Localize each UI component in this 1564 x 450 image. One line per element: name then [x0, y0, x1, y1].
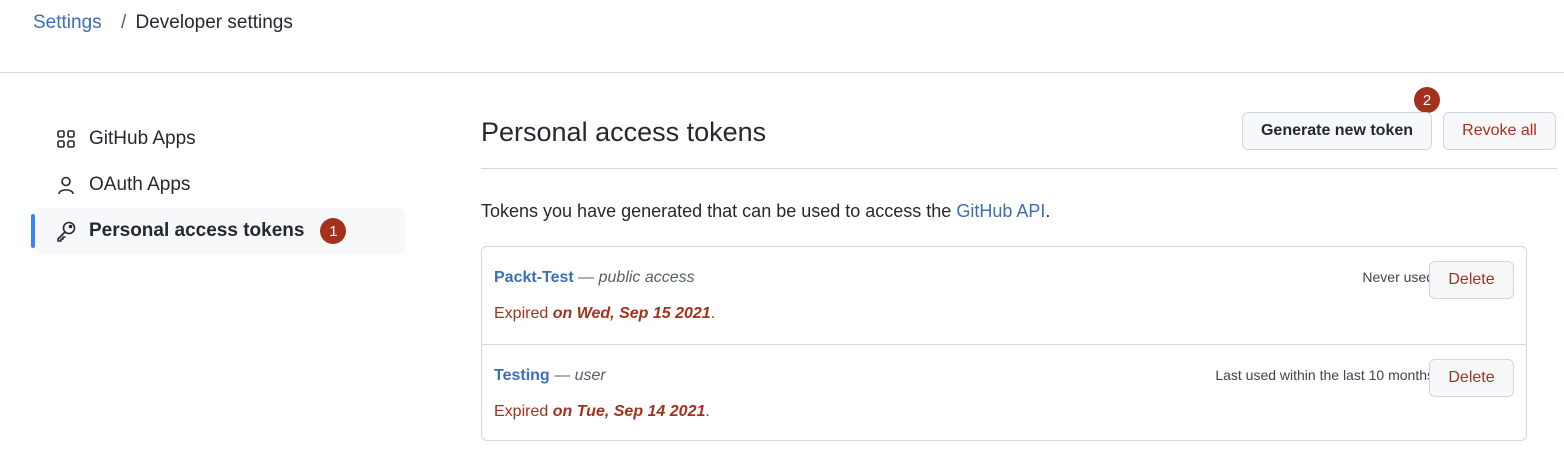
- token-name-line: Testing — user: [494, 365, 606, 387]
- sidebar-item-label: Personal access tokens: [89, 220, 305, 241]
- intro-prefix: Tokens you have generated that can be us…: [481, 201, 957, 221]
- token-scope: user: [574, 367, 606, 384]
- token-dash: —: [549, 367, 575, 384]
- step-badge-1: 1: [320, 218, 347, 244]
- sidebar-item-github-apps[interactable]: GitHub Apps: [33, 116, 405, 162]
- token-row: Packt-Test — public access Expired on We…: [482, 247, 1526, 345]
- token-row: Testing — user Expired on Tue, Sep 14 20…: [482, 345, 1526, 440]
- token-expiry: Expired on Tue, Sep 14 2021.: [494, 401, 710, 423]
- expiry-prefix: Expired: [494, 305, 553, 322]
- expiry-prefix: Expired: [494, 403, 553, 420]
- sidebar-item-label: GitHub Apps: [89, 128, 196, 149]
- expiry-date: on Wed, Sep 15 2021: [552, 305, 711, 322]
- token-usage: Never used: [1362, 269, 1434, 285]
- token-usage: Last used within the last 10 months: [1215, 367, 1434, 383]
- expiry-suffix: .: [710, 305, 716, 322]
- token-list: Packt-Test — public access Expired on We…: [481, 246, 1527, 441]
- token-name-line: Packt-Test — public access: [494, 267, 695, 289]
- breadcrumb-settings-link[interactable]: Settings: [33, 12, 102, 33]
- step-badge-2: 2: [1414, 87, 1440, 113]
- sidebar-item-label: OAuth Apps: [89, 174, 191, 195]
- sidebar-item-personal-access-tokens[interactable]: Personal access tokens 1: [31, 208, 405, 254]
- github-api-link[interactable]: GitHub API: [956, 201, 1045, 221]
- expiry-suffix: .: [705, 403, 710, 420]
- delete-token-button[interactable]: Delete: [1429, 359, 1514, 397]
- key-icon: [55, 220, 77, 242]
- delete-token-button[interactable]: Delete: [1429, 261, 1514, 299]
- sidebar-nav: GitHub Apps OAuth Apps Personal access t…: [31, 116, 405, 254]
- page-header: Personal access tokens 2 Generate new to…: [481, 87, 1557, 169]
- person-icon: [55, 174, 77, 196]
- expiry-date: on Tue, Sep 14 2021: [552, 403, 706, 420]
- intro-suffix: .: [1045, 201, 1051, 221]
- token-expiry: Expired on Wed, Sep 15 2021.: [494, 303, 715, 325]
- token-scope: public access: [598, 269, 695, 286]
- header-divider: [0, 72, 1564, 73]
- token-name-link[interactable]: Testing: [494, 367, 550, 384]
- sidebar-item-oauth-apps[interactable]: OAuth Apps: [33, 162, 405, 208]
- breadcrumb: Settings / Developer settings: [33, 11, 293, 35]
- page-title: Personal access tokens: [481, 117, 767, 147]
- token-name-link[interactable]: Packt-Test: [494, 269, 574, 286]
- intro-text: Tokens you have generated that can be us…: [481, 199, 1557, 223]
- breadcrumb-separator: /: [120, 12, 127, 33]
- revoke-all-button[interactable]: Revoke all: [1443, 112, 1556, 150]
- apps-grid-icon: [55, 128, 77, 150]
- breadcrumb-current: Developer settings: [135, 12, 293, 33]
- main-content: Personal access tokens 2 Generate new to…: [481, 87, 1557, 441]
- token-dash: —: [573, 269, 599, 286]
- generate-new-token-button[interactable]: Generate new token: [1242, 112, 1432, 150]
